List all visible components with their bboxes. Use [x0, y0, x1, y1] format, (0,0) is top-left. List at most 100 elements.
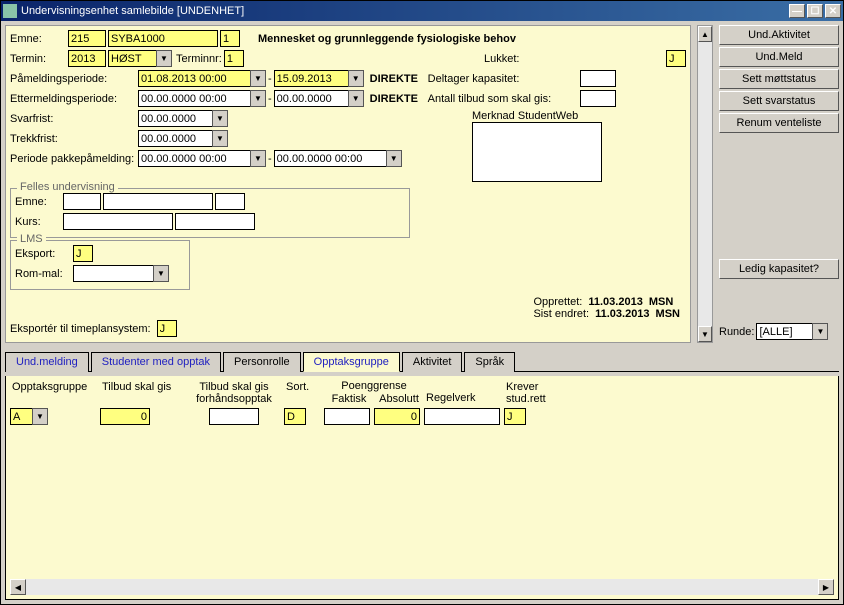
- emne-subject[interactable]: [108, 30, 218, 47]
- hdr-sort: Sort.: [284, 380, 324, 406]
- runde-value[interactable]: [756, 323, 812, 340]
- chevron-down-icon[interactable]: ▼: [250, 70, 266, 87]
- etter-from[interactable]: [138, 90, 250, 107]
- chevron-down-icon[interactable]: ▼: [812, 323, 828, 340]
- mottstatus-button[interactable]: Sett møttstatus: [719, 69, 839, 89]
- sistendret-user: MSN: [656, 308, 680, 320]
- felles-kurs-label: Kurs:: [15, 216, 61, 228]
- row-sort[interactable]: [284, 408, 306, 425]
- termin-season[interactable]: [108, 50, 156, 67]
- close-button[interactable]: ✕: [825, 4, 841, 18]
- scroll-up-icon[interactable]: ▲: [698, 26, 712, 42]
- felles-kurs-2[interactable]: [175, 213, 255, 230]
- lms-eksport[interactable]: [73, 245, 93, 262]
- trekkfrist-label: Trekkfrist:: [10, 133, 136, 145]
- tab-personrolle[interactable]: Personrolle: [223, 352, 301, 372]
- pameld-from[interactable]: [138, 70, 250, 87]
- chevron-down-icon[interactable]: ▼: [212, 110, 228, 127]
- renum-button[interactable]: Renum venteliste: [719, 113, 839, 133]
- titlebar: Undervisningsenhet samlebilde [UNDENHET]…: [1, 1, 843, 21]
- tabs: Und.melding Studenter med opptak Personr…: [5, 351, 839, 372]
- undaktivitet-button[interactable]: Und.Aktivitet: [719, 25, 839, 45]
- pakke-label: Periode pakkepåmelding:: [10, 153, 136, 165]
- scroll-right-icon[interactable]: ▶: [818, 579, 834, 595]
- etter-to[interactable]: [274, 90, 348, 107]
- chevron-down-icon[interactable]: ▼: [212, 130, 228, 147]
- lms-legend: LMS: [17, 233, 46, 245]
- termin-year[interactable]: [68, 50, 106, 67]
- row-absolutt[interactable]: [374, 408, 420, 425]
- eksporter-value[interactable]: [157, 320, 177, 337]
- lms-eksport-label: Eksport:: [15, 248, 71, 260]
- terminnr-label: Terminnr:: [176, 53, 222, 65]
- tab-undmelding[interactable]: Und.melding: [5, 352, 89, 372]
- trekkfrist-value[interactable]: [138, 130, 212, 147]
- minimize-button[interactable]: —: [789, 4, 805, 18]
- etter-label: Ettermeldingsperiode:: [10, 93, 136, 105]
- eksporter-label: Eksportér til timeplansystem:: [10, 323, 151, 335]
- undmeld-button[interactable]: Und.Meld: [719, 47, 839, 67]
- scroll-left-icon[interactable]: ◀: [10, 579, 26, 595]
- opprettet-date: 11.03.2013: [588, 296, 642, 308]
- ledig-button[interactable]: Ledig kapasitet?: [719, 259, 839, 279]
- etter-mode: DIREKTE: [370, 93, 426, 105]
- tab-aktivitet[interactable]: Aktivitet: [402, 352, 463, 372]
- chevron-down-icon[interactable]: ▼: [348, 70, 364, 87]
- lms-rommal[interactable]: [73, 265, 153, 282]
- hdr-absolutt: Absolutt: [374, 392, 424, 406]
- pameld-label: Påmeldingsperiode:: [10, 73, 136, 85]
- window-title: Undervisningsenhet samlebilde [UNDENHET]: [21, 5, 789, 17]
- chevron-down-icon[interactable]: ▼: [250, 150, 266, 167]
- pameld-to[interactable]: [274, 70, 348, 87]
- chevron-down-icon[interactable]: ▼: [348, 90, 364, 107]
- felles-emne-3[interactable]: [215, 193, 245, 210]
- deltager-value[interactable]: [580, 70, 616, 87]
- chevron-down-icon[interactable]: ▼: [32, 408, 48, 425]
- svarstatus-button[interactable]: Sett svarstatus: [719, 91, 839, 111]
- row-krever[interactable]: [504, 408, 526, 425]
- svarfrist-value[interactable]: [138, 110, 212, 127]
- hdr-kreverstudrett: Krever stud.rett: [504, 380, 564, 406]
- maximize-button[interactable]: ☐: [807, 4, 823, 18]
- row-regelverk[interactable]: [424, 408, 500, 425]
- tab-studenter[interactable]: Studenter med opptak: [91, 352, 221, 372]
- vertical-scrollbar[interactable]: ▲ ▼: [697, 25, 713, 343]
- emne-label: Emne:: [10, 33, 66, 45]
- pakke-from[interactable]: [138, 150, 250, 167]
- tab-opptaksgruppe[interactable]: Opptaksgruppe: [303, 352, 400, 372]
- hdr-faktisk: Faktisk: [324, 392, 374, 406]
- horizontal-scrollbar[interactable]: ◀ ▶: [10, 579, 834, 595]
- felles-legend: Felles undervisning: [17, 181, 118, 193]
- hdr-regelverk: Regelverk: [424, 380, 504, 406]
- lukket-value[interactable]: [666, 50, 686, 67]
- felles-emne-2[interactable]: [103, 193, 213, 210]
- hdr-forhandsopptak: Tilbud skal gis forhåndsopptak: [184, 380, 284, 406]
- scroll-down-icon[interactable]: ▼: [698, 326, 712, 342]
- terminnr[interactable]: [224, 50, 244, 67]
- tab-sprak[interactable]: Språk: [464, 352, 515, 372]
- chevron-down-icon[interactable]: ▼: [153, 265, 169, 282]
- merknad-text[interactable]: [472, 122, 602, 182]
- app-icon: [3, 4, 17, 18]
- row-forhand[interactable]: [209, 408, 259, 425]
- antall-value[interactable]: [580, 90, 616, 107]
- row-tilbud[interactable]: [100, 408, 150, 425]
- chevron-down-icon[interactable]: ▼: [250, 90, 266, 107]
- row-faktisk[interactable]: [324, 408, 370, 425]
- deltager-label: Deltager kapasitet:: [428, 73, 578, 85]
- felles-emne-label: Emne:: [15, 196, 61, 208]
- felles-kurs-1[interactable]: [63, 213, 173, 230]
- sistendret-label: Sist endret:: [533, 308, 589, 320]
- pakke-to[interactable]: [274, 150, 386, 167]
- chevron-down-icon[interactable]: ▼: [386, 150, 402, 167]
- hdr-poenggrense: Poenggrense: [324, 380, 424, 392]
- emne-num[interactable]: [220, 30, 240, 47]
- opprettet-label: Opprettet:: [533, 296, 582, 308]
- table-row: ▼: [10, 408, 834, 425]
- tab-content: Opptaksgruppe Tilbud skal gis Tilbud ska…: [5, 376, 839, 600]
- felles-emne-1[interactable]: [63, 193, 101, 210]
- chevron-down-icon[interactable]: ▼: [156, 50, 172, 67]
- hdr-tilbudskalgis: Tilbud skal gis: [100, 380, 184, 406]
- emne-code[interactable]: [68, 30, 106, 47]
- row-gruppe[interactable]: [10, 408, 32, 425]
